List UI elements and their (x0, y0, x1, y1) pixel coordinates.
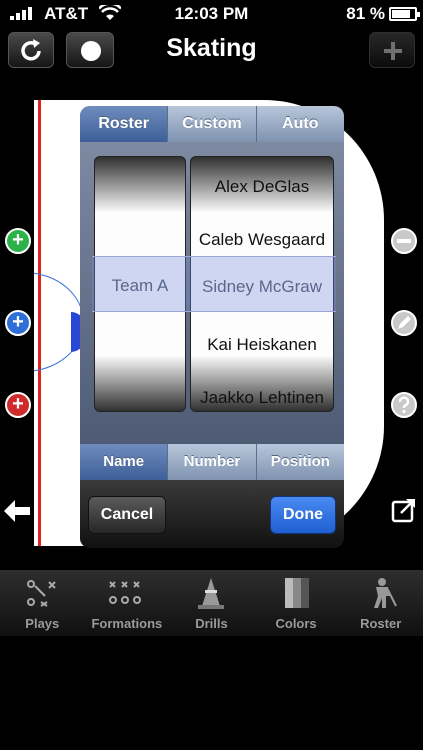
add-green-player-button[interactable]: + (5, 228, 31, 254)
tab-drills[interactable]: Drills (169, 570, 254, 636)
plays-icon (27, 580, 57, 607)
picker-frame: Team A Alex DeGlas Caleb Wesgaard Sidney… (80, 142, 344, 444)
help-button[interactable] (391, 392, 417, 418)
player-option[interactable]: Alex DeGlas (191, 160, 333, 213)
battery-percent: 81 % (346, 4, 385, 23)
picker-action-bar: Cancel Done (80, 480, 344, 548)
display-mode-segmented-control: Name Number Position (80, 444, 344, 480)
player-option[interactable]: Jaakko Lehtinen (191, 371, 333, 411)
page-title: Skating (166, 34, 257, 62)
tab-label: Drills (195, 616, 228, 631)
cone-icon (198, 578, 225, 609)
segment-position[interactable]: Position (257, 444, 344, 480)
segment-name[interactable]: Name (80, 444, 169, 480)
tab-label: Roster (360, 616, 402, 631)
add-blue-player-button[interactable]: + (5, 310, 31, 336)
back-arrow-icon[interactable] (4, 500, 30, 522)
share-icon[interactable] (391, 497, 417, 523)
cancel-button[interactable]: Cancel (88, 496, 166, 534)
tab-label: Colors (275, 616, 317, 631)
segment-auto[interactable]: Auto (257, 106, 344, 142)
segment-roster[interactable]: Roster (80, 106, 169, 142)
tab-formations[interactable]: Formations (85, 570, 170, 636)
question-mark-icon (398, 396, 410, 414)
add-button[interactable] (369, 32, 415, 68)
add-red-player-button[interactable]: + (5, 392, 31, 418)
tab-bar: Plays Formations Drills Colors Roster (0, 570, 423, 636)
plus-icon (384, 42, 402, 60)
segment-number[interactable]: Number (168, 444, 257, 480)
roster-picker-panel: Roster Custom Auto Team A Alex DeGlas Ca… (80, 106, 344, 548)
tab-label: Plays (25, 616, 60, 631)
source-segmented-control: Roster Custom Auto (80, 106, 344, 142)
nav-bar: Skating (0, 28, 423, 72)
battery-icon (389, 7, 420, 21)
pencil-icon (398, 316, 411, 329)
picker-selection-indicator (92, 256, 336, 312)
status-bar: AT&T 12:03 PM 81 % (0, 0, 423, 28)
tab-plays[interactable]: Plays (0, 570, 85, 636)
segment-custom[interactable]: Custom (168, 106, 257, 142)
tab-colors[interactable]: Colors (254, 570, 339, 636)
colors-icon (285, 578, 310, 608)
formations-icon (108, 581, 141, 604)
tab-roster[interactable]: Roster (338, 570, 423, 636)
team-option[interactable] (95, 176, 185, 229)
player-option[interactable]: Kai Heiskanen (191, 318, 333, 371)
remove-button[interactable] (391, 228, 417, 254)
minus-icon (397, 239, 411, 243)
done-button[interactable]: Done (270, 496, 336, 534)
team-option[interactable] (95, 342, 185, 395)
draw-button[interactable] (391, 310, 417, 336)
tab-label: Formations (91, 616, 163, 631)
player-icon (373, 578, 397, 608)
